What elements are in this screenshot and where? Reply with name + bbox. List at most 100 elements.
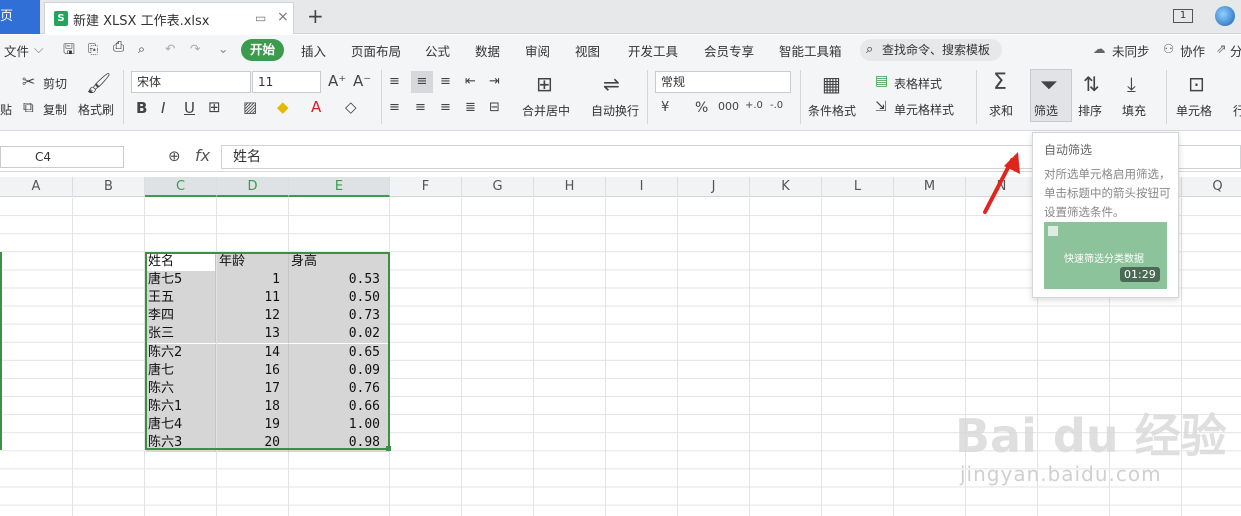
sort-icon[interactable]: ⇅ [1083,72,1100,96]
name-box[interactable]: C4 [0,146,124,168]
window-count-icon[interactable]: 1 [1173,9,1193,23]
column-header-b[interactable]: B [73,177,145,197]
fill-color-icon[interactable]: ◆ [277,98,289,116]
number-format-select[interactable]: 常规 [655,71,791,93]
distribute-icon[interactable]: ⊟ [489,100,500,115]
column-header-d[interactable]: D [217,177,289,197]
align-center-icon[interactable]: ≡ [415,100,426,115]
column-header-f[interactable]: F [390,177,462,197]
conditional-format-icon[interactable]: ▦ [822,72,841,96]
tutorial-video-thumbnail[interactable]: 快速筛选分类数据 01:29 [1044,222,1167,289]
font-grow-icon[interactable]: A⁺ [328,72,346,90]
new-tab-button[interactable]: + [307,4,324,28]
font-size-select[interactable]: 11 [252,71,321,93]
column-header-c[interactable]: C [145,177,217,197]
cell-style-button[interactable]: 单元格样式 [894,101,954,118]
close-tab-icon[interactable]: × [277,9,289,25]
indent-decrease-icon[interactable]: ⇤ [465,74,476,89]
chevron-down-icon[interactable]: ⌵ [34,41,43,57]
copy-button[interactable]: 复制 [43,101,67,118]
menu-page-layout[interactable]: 页面布局 [351,41,401,60]
indent-increase-icon[interactable]: ⇥ [489,74,500,89]
preview-icon[interactable]: ⌕ [138,41,145,57]
align-right-icon[interactable]: ≡ [440,100,451,115]
column-header-a[interactable]: A [0,177,73,197]
filter-button[interactable]: ⏷ 筛选 [1030,69,1072,122]
save-icon[interactable]: 🖫 [63,39,75,63]
command-search[interactable]: ⌕ 查找命令、搜索模板 [860,39,1002,61]
sum-icon[interactable]: Σ [993,70,1007,95]
export-icon[interactable]: ⎘ [88,41,98,57]
align-bottom-icon[interactable]: ≡ [440,74,451,89]
row-button[interactable]: 行 [1233,102,1241,119]
wrap-text-icon[interactable]: ⇌ [603,72,620,96]
cell-style-icon[interactable]: ⇲ [875,99,887,115]
menu-view[interactable]: 视图 [575,41,600,60]
font-color-icon[interactable]: A [311,98,321,116]
conditional-format-button[interactable]: 条件格式 [808,102,856,119]
menu-formula[interactable]: 公式 [425,41,450,60]
pin-icon[interactable]: ▭ [255,11,266,25]
decrease-decimal-icon[interactable]: -.0 [770,100,783,111]
column-header-k[interactable]: K [750,177,822,197]
font-shrink-icon[interactable]: A⁻ [353,72,371,90]
column-header-g[interactable]: G [462,177,534,197]
bold-icon[interactable]: B [136,99,147,117]
cell-button[interactable]: 单元格 [1176,102,1212,119]
border-icon[interactable]: ⊞ [208,98,221,116]
menu-share[interactable]: 分 [1230,41,1241,60]
sync-status[interactable]: 未同步 [1112,41,1150,60]
italic-icon[interactable]: I [161,99,165,117]
merge-icon[interactable]: ⊞ [536,72,553,96]
column-header-m[interactable]: M [894,177,966,197]
fill-pattern-icon[interactable]: ▨ [243,98,257,116]
increase-decimal-icon[interactable]: +.0 [745,100,763,111]
format-painter-icon[interactable]: 🖌 [86,71,111,95]
justify-icon[interactable]: ≣ [465,100,476,115]
fill-icon[interactable]: ⤓ [1127,72,1136,96]
sort-button[interactable]: 排序 [1078,102,1102,119]
undo-icon[interactable]: ↶ [165,41,175,56]
fx-icon[interactable]: fx [195,146,210,165]
column-header-e[interactable]: E [289,177,390,197]
cut-button[interactable]: 剪切 [43,75,67,92]
scissors-icon[interactable]: ✂ [22,72,35,91]
menu-data[interactable]: 数据 [475,41,500,60]
more-icon[interactable]: ⌄ [218,41,228,56]
table-style-icon[interactable]: ▤ [875,73,888,89]
cell-icon[interactable]: ⊡ [1188,72,1205,96]
align-top-icon[interactable]: ≡ [389,74,400,89]
zoom-icon[interactable]: ⊕ [168,147,181,165]
column-header-j[interactable]: J [678,177,750,197]
redo-icon[interactable]: ↷ [190,41,200,56]
column-header-h[interactable]: H [534,177,606,197]
thousands-icon[interactable]: 000 [718,100,739,113]
copy-icon[interactable]: ⧉ [23,98,34,116]
eraser-icon[interactable]: ◇ [345,98,357,116]
menu-member[interactable]: 会员专享 [704,41,754,60]
column-header-i[interactable]: I [606,177,678,197]
tab-document[interactable]: S 新建 XLSX 工作表.xlsx ▭ × [44,2,294,34]
paste-button[interactable]: 贴 [0,101,12,118]
align-left-icon[interactable]: ≡ [389,100,400,115]
menu-review[interactable]: 审阅 [525,41,550,60]
sum-button[interactable]: 求和 [989,102,1013,119]
user-avatar[interactable] [1215,6,1235,26]
format-painter-button[interactable]: 格式刷 [78,101,114,118]
currency-icon[interactable]: ¥ [661,100,669,115]
print-icon[interactable]: ⎙ [113,39,124,55]
menu-smart-tools[interactable]: 智能工具箱 [779,41,842,60]
menu-dev-tools[interactable]: 开发工具 [628,41,678,60]
fill-button[interactable]: 填充 [1122,102,1146,119]
column-header-l[interactable]: L [822,177,894,197]
align-middle-icon[interactable]: ≡ [411,71,433,93]
percent-icon[interactable]: % [695,100,708,116]
table-style-button[interactable]: 表格样式 [894,75,942,92]
wrap-text-button[interactable]: 自动换行 [591,102,639,119]
tab-home[interactable]: 页 [0,0,40,34]
menu-file[interactable]: 文件 [4,41,29,60]
column-header-q[interactable]: Q [1182,177,1241,197]
menu-insert[interactable]: 插入 [301,41,326,60]
fill-handle[interactable] [386,446,391,451]
merge-center-button[interactable]: 合并居中 [522,102,570,119]
